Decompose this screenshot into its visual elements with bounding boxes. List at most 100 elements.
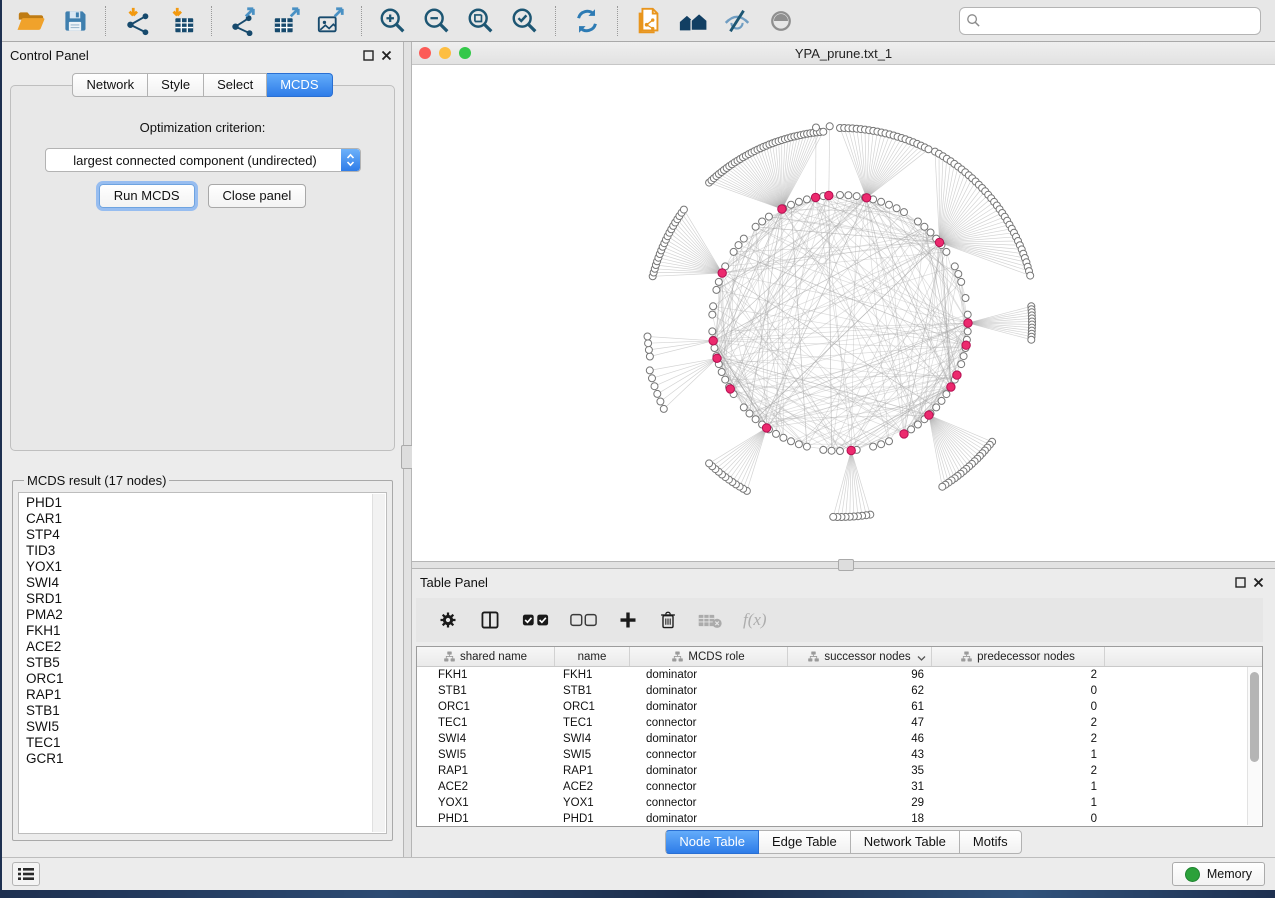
mcds-result-item[interactable]: RAP1 [26,687,372,703]
table-row[interactable]: RAP1RAP1dominator352 [417,763,1262,779]
table-cell[interactable]: 1 [932,797,1105,809]
mcds-result-item[interactable]: SRD1 [26,591,372,607]
table-cell[interactable]: 43 [788,749,932,761]
horizontal-splitter[interactable] [412,561,1275,569]
task-history-button[interactable] [12,862,40,886]
table-scrollbar[interactable] [1247,667,1261,825]
table-cell[interactable]: 29 [788,797,932,809]
table-cell[interactable]: 96 [788,669,932,681]
table-cell[interactable]: dominator [630,701,788,713]
table-cell[interactable]: dominator [630,733,788,745]
table-row[interactable]: ORC1ORC1dominator610 [417,699,1262,715]
table-cell[interactable]: SWI5 [555,749,630,761]
network-canvas[interactable] [412,65,1275,561]
table-cell[interactable]: 2 [932,765,1105,777]
mcds-result-item[interactable]: YOX1 [26,559,372,575]
mcds-result-item[interactable]: STB5 [26,655,372,671]
mcds-result-scrollbar[interactable] [372,494,385,832]
show-all-button[interactable] [762,4,800,38]
new-network-from-selection-button[interactable] [630,4,668,38]
table-cell[interactable]: TEC1 [555,717,630,729]
window-minimize-traffic-light[interactable] [439,47,451,59]
column-header-predecessor-nodes[interactable]: predecessor nodes [932,647,1105,666]
criterion-dropdown[interactable]: largest connected component (undirected) [45,148,361,172]
table-tab-motifs[interactable]: Motifs [960,830,1022,854]
table-cell[interactable]: 46 [788,733,932,745]
tab-style[interactable]: Style [148,73,204,97]
open-file-button[interactable] [12,4,50,38]
select-all-rows-button[interactable] [522,613,549,627]
table-row[interactable]: TEC1TEC1connector472 [417,715,1262,731]
table-cell[interactable]: PHD1 [555,813,630,825]
mcds-result-item[interactable]: ACE2 [26,639,372,655]
table-cell[interactable]: SWI5 [417,749,555,761]
table-cell[interactable]: TEC1 [417,717,555,729]
mcds-result-item[interactable]: TID3 [26,543,372,559]
table-cell[interactable]: YOX1 [555,797,630,809]
table-row[interactable]: ACE2ACE2connector311 [417,779,1262,795]
table-panel-close-button[interactable] [1249,574,1267,592]
table-tab-node-table[interactable]: Node Table [665,830,759,854]
table-cell[interactable]: 47 [788,717,932,729]
table-cell[interactable]: connector [630,797,788,809]
mcds-result-item[interactable]: TEC1 [26,735,372,751]
delete-column-button[interactable] [659,610,677,630]
table-tab-network-table[interactable]: Network Table [851,830,960,854]
table-row[interactable]: SWI5SWI5connector431 [417,747,1262,763]
mcds-result-item[interactable]: GCR1 [26,751,372,767]
table-cell[interactable]: SWI4 [417,733,555,745]
table-cell[interactable]: STB1 [417,685,555,697]
table-row[interactable]: SWI4SWI4dominator462 [417,731,1262,747]
delete-table-button[interactable] [698,612,722,629]
column-header-shared-name[interactable]: shared name [417,647,555,666]
table-cell[interactable]: ORC1 [555,701,630,713]
table-cell[interactable]: 0 [932,813,1105,825]
table-panel-float-button[interactable] [1231,574,1249,592]
control-panel-float-button[interactable] [359,47,377,65]
control-panel-close-button[interactable] [377,47,395,65]
table-cell[interactable]: 2 [932,717,1105,729]
import-network-button[interactable] [118,4,156,38]
table-cell[interactable]: dominator [630,765,788,777]
table-settings-button[interactable] [438,610,458,630]
table-cell[interactable]: YOX1 [417,797,555,809]
table-cell[interactable]: FKH1 [417,669,555,681]
table-cell[interactable]: 62 [788,685,932,697]
mcds-result-item[interactable]: ORC1 [26,671,372,687]
table-cell[interactable]: RAP1 [555,765,630,777]
table-tab-edge-table[interactable]: Edge Table [759,830,851,854]
table-cell[interactable]: ORC1 [417,701,555,713]
mcds-result-item[interactable]: SWI5 [26,719,372,735]
export-table-button[interactable] [268,4,306,38]
table-cell[interactable]: 0 [932,701,1105,713]
tab-network[interactable]: Network [72,73,148,97]
splitter-grip[interactable] [838,559,854,571]
tab-mcds[interactable]: MCDS [267,73,332,97]
tab-select[interactable]: Select [204,73,267,97]
table-cell[interactable]: 1 [932,749,1105,761]
mcds-result-item[interactable]: PHD1 [26,495,372,511]
table-row[interactable]: YOX1YOX1connector291 [417,795,1262,811]
table-cell[interactable]: 61 [788,701,932,713]
table-cell[interactable]: 18 [788,813,932,825]
window-maximize-traffic-light[interactable] [459,47,471,59]
column-header-MCDS-role[interactable]: MCDS role [630,647,788,666]
mcds-result-item[interactable]: STP4 [26,527,372,543]
mcds-result-item[interactable]: CAR1 [26,511,372,527]
first-neighbors-button[interactable] [674,4,712,38]
table-cell[interactable]: ACE2 [555,781,630,793]
table-cell[interactable]: connector [630,717,788,729]
export-network-button[interactable] [224,4,262,38]
zoom-fit-button[interactable] [462,4,500,38]
refresh-layout-button[interactable] [568,4,606,38]
table-cell[interactable]: FKH1 [555,669,630,681]
zoom-out-button[interactable] [418,4,456,38]
zoom-in-button[interactable] [374,4,412,38]
column-header-successor-nodes[interactable]: successor nodes [788,647,932,666]
run-mcds-button[interactable]: Run MCDS [99,184,195,208]
mcds-result-item[interactable]: SWI4 [26,575,372,591]
export-image-button[interactable] [312,4,350,38]
table-cell[interactable]: 2 [932,733,1105,745]
table-cell[interactable]: 0 [932,685,1105,697]
column-header-name[interactable]: name [555,647,630,666]
